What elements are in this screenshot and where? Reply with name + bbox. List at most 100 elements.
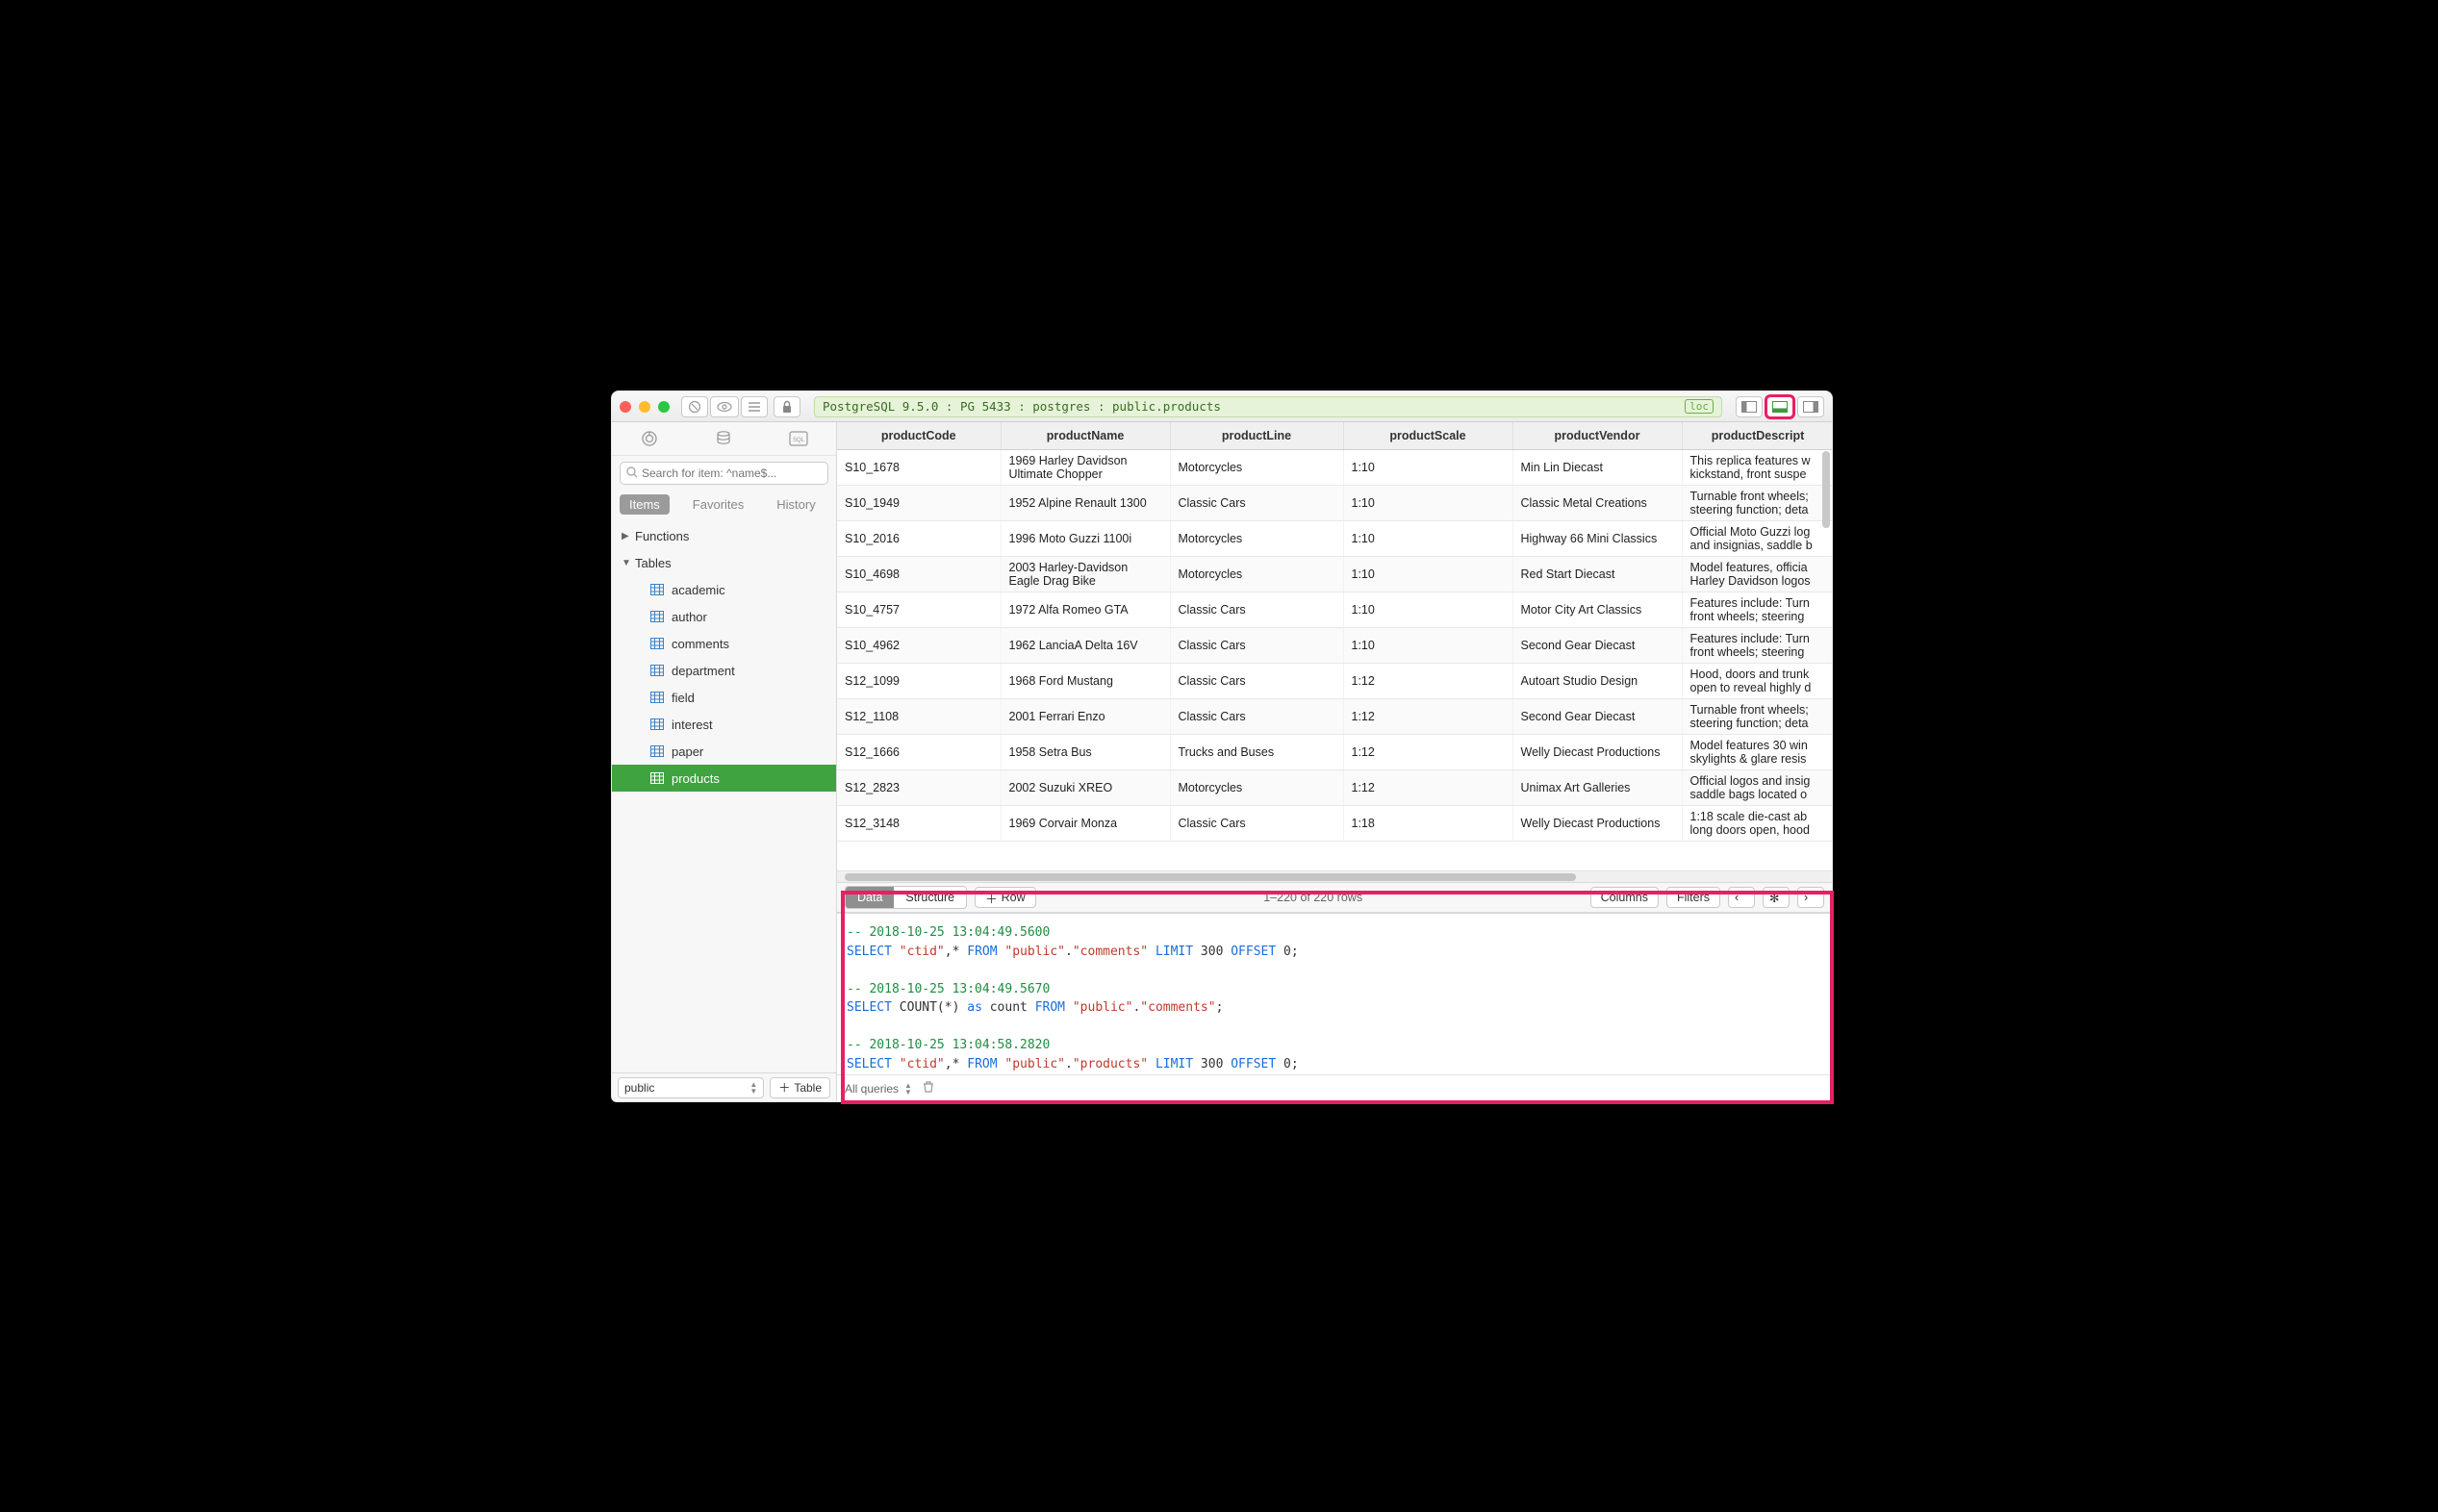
console-text[interactable]: -- 2018-10-25 13:04:49.5600 SELECT "ctid… [837,914,1832,1074]
cell[interactable]: Motorcycles [1170,520,1343,556]
add-row-button[interactable]: ＋Row [975,887,1036,908]
sidebar-table-field[interactable]: field [612,684,836,711]
cell[interactable]: Classic Cars [1170,698,1343,734]
cell[interactable]: Welly Diecast Productions [1512,734,1682,769]
cell[interactable]: S12_1666 [837,734,1001,769]
next-page-button[interactable]: › [1797,887,1824,908]
stop-button[interactable] [681,396,708,417]
sql-icon[interactable]: SQL [788,428,809,449]
cell[interactable]: 1:10 [1343,520,1512,556]
cell[interactable]: Model features, officia Harley Davidson … [1682,556,1832,592]
minimize-window-button[interactable] [639,401,650,413]
cell[interactable]: 1:12 [1343,734,1512,769]
table-row[interactable]: S12_10991968 Ford MustangClassic Cars1:1… [837,663,1832,698]
group-functions[interactable]: ▶Functions [612,522,836,549]
schema-select[interactable]: public▲▼ [618,1077,764,1098]
cell[interactable]: 1996 Moto Guzzi 1100i [1001,520,1170,556]
cell[interactable]: S12_3148 [837,805,1001,841]
cell[interactable]: Autoart Studio Design [1512,663,1682,698]
column-header[interactable]: productVendor [1512,422,1682,449]
column-header[interactable]: productLine [1170,422,1343,449]
column-header[interactable]: productScale [1343,422,1512,449]
table-row[interactable]: S12_16661958 Setra BusTrucks and Buses1:… [837,734,1832,769]
sidebar-table-paper[interactable]: paper [612,738,836,765]
table-row[interactable]: S10_19491952 Alpine Renault 1300Classic … [837,485,1832,520]
cell[interactable]: Unimax Art Galleries [1512,769,1682,805]
sidebar-table-academic[interactable]: academic [612,576,836,603]
sidebar-search-input[interactable] [642,466,822,480]
tab-structure[interactable]: Structure [894,887,966,908]
horizontal-scrollbar[interactable] [837,870,1832,882]
table-row[interactable]: S12_31481969 Corvair MonzaClassic Cars1:… [837,805,1832,841]
cell[interactable]: 1:10 [1343,485,1512,520]
cell[interactable]: 1:12 [1343,698,1512,734]
cell[interactable]: Features include: Turn front wheels; ste… [1682,627,1832,663]
cell[interactable]: Motorcycles [1170,449,1343,485]
vertical-scrollbar[interactable] [1822,451,1830,528]
cell[interactable]: 2003 Harley-Davidson Eagle Drag Bike [1001,556,1170,592]
query-filter-select[interactable]: All queries▲▼ [845,1082,912,1096]
cell[interactable]: S12_1099 [837,663,1001,698]
cell[interactable]: Motorcycles [1170,769,1343,805]
cell[interactable]: 1972 Alfa Romeo GTA [1001,592,1170,627]
columns-button[interactable]: Columns [1590,887,1659,908]
sidebar-search[interactable] [620,462,828,485]
cell[interactable]: Classic Cars [1170,627,1343,663]
cell[interactable]: Model features 30 win skylights & glare … [1682,734,1832,769]
cell[interactable]: Classic Cars [1170,805,1343,841]
add-table-button[interactable]: ＋Table [770,1077,830,1098]
connection-pathbar[interactable]: PostgreSQL 9.5.0 : PG 5433 : postgres : … [814,396,1722,417]
cell[interactable]: 1:12 [1343,663,1512,698]
sidebar-table-department[interactable]: department [612,657,836,684]
cell[interactable]: 1962 LanciaA Delta 16V [1001,627,1170,663]
cell[interactable]: Official logos and insig saddle bags loc… [1682,769,1832,805]
cell[interactable]: 2002 Suzuki XREO [1001,769,1170,805]
tab-items[interactable]: Items [620,494,670,515]
table-row[interactable]: S10_16781969 Harley Davidson Ultimate Ch… [837,449,1832,485]
cell[interactable]: Welly Diecast Productions [1512,805,1682,841]
table-row[interactable]: S10_46982003 Harley-Davidson Eagle Drag … [837,556,1832,592]
cell[interactable]: 1952 Alpine Renault 1300 [1001,485,1170,520]
preview-button[interactable] [710,396,739,417]
cell[interactable]: 1:10 [1343,556,1512,592]
settings-button[interactable]: ✻ [1763,887,1790,908]
table-row[interactable]: S10_20161996 Moto Guzzi 1100iMotorcycles… [837,520,1832,556]
cell[interactable]: S10_4757 [837,592,1001,627]
cell[interactable]: Motor City Art Classics [1512,592,1682,627]
column-header[interactable]: productCode [837,422,1001,449]
column-header[interactable]: productDescript [1682,422,1832,449]
cell[interactable]: Hood, doors and trunk open to reveal hig… [1682,663,1832,698]
power-icon[interactable] [639,428,660,449]
cell[interactable]: This replica features w kickstand, front… [1682,449,1832,485]
tab-history[interactable]: History [767,494,825,515]
lock-button[interactable] [774,396,800,417]
cell[interactable]: S10_1678 [837,449,1001,485]
cell[interactable]: S10_4962 [837,627,1001,663]
zoom-window-button[interactable] [658,401,670,413]
cell[interactable]: Official Moto Guzzi log and insignias, s… [1682,520,1832,556]
prev-page-button[interactable]: ‹ [1728,887,1755,908]
sidebar-table-comments[interactable]: comments [612,630,836,657]
cell[interactable]: S10_2016 [837,520,1001,556]
right-panel-toggle[interactable] [1797,396,1824,417]
cell[interactable]: Classic Metal Creations [1512,485,1682,520]
cell[interactable]: Min Lin Diecast [1512,449,1682,485]
database-icon[interactable] [713,428,734,449]
cell[interactable]: 1:10 [1343,627,1512,663]
cell[interactable]: Red Start Diecast [1512,556,1682,592]
cell[interactable]: Classic Cars [1170,485,1343,520]
cell[interactable]: 1958 Setra Bus [1001,734,1170,769]
cell[interactable]: Second Gear Diecast [1512,698,1682,734]
sidebar-table-products[interactable]: products [612,765,836,792]
cell[interactable]: 1:18 [1343,805,1512,841]
bottom-panel-toggle[interactable] [1766,396,1793,417]
cell[interactable]: Trucks and Buses [1170,734,1343,769]
cell[interactable]: 1:12 [1343,769,1512,805]
table-row[interactable]: S12_11082001 Ferrari EnzoClassic Cars1:1… [837,698,1832,734]
table-row[interactable]: S10_49621962 LanciaA Delta 16VClassic Ca… [837,627,1832,663]
cell[interactable]: Turnable front wheels; steering function… [1682,485,1832,520]
close-window-button[interactable] [620,401,631,413]
cell[interactable]: Classic Cars [1170,592,1343,627]
cell[interactable]: Highway 66 Mini Classics [1512,520,1682,556]
cell[interactable]: S10_1949 [837,485,1001,520]
